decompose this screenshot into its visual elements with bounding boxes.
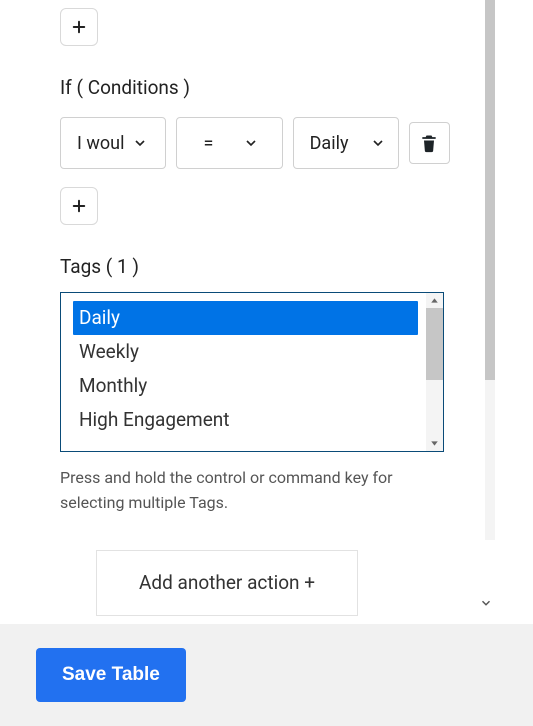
scroll-up-icon[interactable] (428, 294, 441, 307)
chevron-down-icon (370, 135, 386, 151)
scrollbar-thumb[interactable] (485, 0, 495, 380)
condition-operator-value: = (204, 133, 214, 154)
trash-icon (419, 133, 439, 153)
save-table-button[interactable]: Save Table (36, 648, 186, 702)
tags-scrollbar[interactable] (426, 293, 443, 451)
plus-icon (70, 18, 88, 36)
form-scroll-area[interactable]: If ( Conditions ) I woul = Daily (0, 0, 494, 624)
add-another-action-button[interactable]: Add another action + (96, 550, 358, 616)
scroll-down-icon[interactable] (428, 437, 441, 450)
panel-scrollbar[interactable] (485, 0, 495, 540)
footer-bar: Save Table (0, 624, 533, 726)
condition-row: I woul = Daily (60, 117, 450, 169)
scroll-down-icon[interactable] (479, 596, 493, 610)
tags-hint: Press and hold the control or command ke… (60, 466, 444, 516)
add-item-button-top[interactable] (60, 8, 98, 46)
scrollbar-thumb[interactable] (426, 308, 443, 380)
tag-option[interactable]: Daily (73, 301, 418, 335)
tag-option[interactable]: Weekly (73, 335, 418, 369)
tags-options-list: Daily Weekly Monthly High Engagement (61, 293, 426, 451)
tags-multiselect[interactable]: Daily Weekly Monthly High Engagement (60, 292, 444, 452)
tags-label: Tags ( 1 ) (60, 255, 450, 278)
condition-value-text: Daily (310, 133, 349, 154)
add-condition-button[interactable] (60, 187, 98, 225)
conditions-label: If ( Conditions ) (60, 76, 450, 99)
chevron-down-icon (132, 135, 148, 151)
delete-condition-button[interactable] (409, 122, 450, 164)
form-panel: If ( Conditions ) I woul = Daily (0, 0, 533, 624)
condition-operator-select[interactable]: = (176, 117, 282, 169)
plus-icon (70, 197, 88, 215)
condition-field-select[interactable]: I woul (60, 117, 166, 169)
condition-field-value: I woul (77, 133, 124, 154)
chevron-down-icon (243, 135, 259, 151)
condition-value-select[interactable]: Daily (293, 117, 399, 169)
tag-option[interactable]: Monthly (73, 369, 418, 403)
tag-option[interactable]: High Engagement (73, 403, 418, 437)
